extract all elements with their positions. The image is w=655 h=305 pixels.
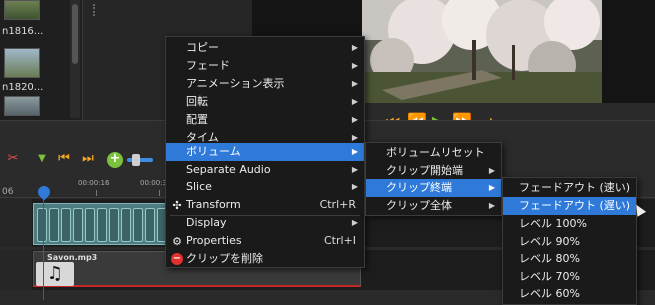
openshot-window: n1816... n1820... ⏮ ⏪ ▶ ⏩ ⏭ ✂ ▼ ⏮ [0,0,655,305]
menu-item-level-60[interactable]: レベル 60% [503,285,636,303]
clip-end-submenu: フェードアウト (速い) フェードアウト (遅い) レベル 100% レベル 9… [502,177,637,305]
clip-frame [145,208,155,242]
add-marker-icon[interactable]: ▼ [34,150,50,168]
video-clip[interactable] [33,203,169,245]
clip-frame [85,208,95,242]
panel-grip-icon[interactable] [93,4,95,16]
menu-item-level-90[interactable]: レベル 90% [503,233,636,251]
menu-item-transform[interactable]: ✣ Transform Ctrl+R [166,196,364,214]
scrollbar[interactable] [70,0,80,118]
razor-icon[interactable]: ✂ [5,150,21,168]
transform-icon: ✣ [172,199,182,212]
menu-item-separate-audio[interactable]: Separate Audio ▶ [166,161,364,179]
zoom-slider[interactable] [127,158,153,162]
menu-item-level-80[interactable]: レベル 80% [503,250,636,268]
clip-frame [133,208,143,242]
menu-item-remove-clip[interactable]: − クリップを削除 [166,250,364,268]
file-name[interactable]: n1820... [2,82,43,93]
menu-item-fade[interactable]: フェード ▶ [166,57,364,75]
clip-context-menu: コピー ▶ フェード ▶ アニメーション表示 ▶ 回転 ▶ 配置 ▶ タイム ▶ ボリューム… [165,36,365,268]
menu-item-fade-out-fast[interactable]: フェードアウト (速い) [503,179,636,197]
ruler-tick [96,190,97,196]
file-thumbnail[interactable] [4,96,40,116]
menu-item-copy[interactable]: コピー ▶ [166,39,364,57]
menu-item-fade-out-slow[interactable]: フェードアウト (遅い) [503,197,636,215]
next-marker-icon[interactable]: ⏭ [80,150,96,168]
menu-item-layout[interactable]: 配置 ▶ [166,111,364,129]
track-header[interactable] [0,250,32,290]
ruler-start-label: 06 [2,187,14,197]
file-name[interactable]: n1816... [2,26,43,37]
file-thumbnail[interactable] [4,0,40,20]
previous-marker-icon[interactable]: ⏮ [56,150,72,168]
ruler-time-label: 00:00:16 [78,179,110,187]
track-header[interactable] [0,199,32,247]
audio-clip-name: Savon.mp3 [47,253,98,262]
preview-frame [362,0,602,103]
menu-item-properties[interactable]: ⚙ Properties Ctrl+I [166,232,364,250]
clip-frame [97,208,107,242]
menu-item-entire-clip[interactable]: クリップ全体 ▶ [366,197,501,215]
clip-frame [121,208,131,242]
menu-item-clip-start[interactable]: クリップ開始端 ▶ [366,162,501,180]
playhead-line[interactable] [43,190,44,300]
properties-gear-icon: ⚙ [172,235,182,248]
menu-item-level-100[interactable]: レベル 100% [503,215,636,233]
ruler-tick [159,190,160,196]
menu-item-slice[interactable]: Slice ▶ [166,178,364,196]
menu-item-display[interactable]: Display ▶ [166,214,364,232]
scrollbar-thumb[interactable] [72,4,78,64]
remove-icon: − [171,253,183,265]
file-thumbnail[interactable] [4,48,40,78]
clip-frame [73,208,83,242]
menu-item-animate[interactable]: アニメーション表示 ▶ [166,75,364,93]
menu-item-volume-reset[interactable]: ボリュームリセット [366,144,501,162]
zoom-in-icon[interactable]: + [107,152,123,168]
menu-item-rotate[interactable]: 回転 ▶ [166,93,364,111]
clip-frame [37,208,47,242]
project-files-panel: n1816... n1820... [0,0,82,120]
menu-item-level-70[interactable]: レベル 70% [503,268,636,286]
volume-submenu: ボリュームリセット クリップ開始端 ▶ クリップ終端 ▶ クリップ全体 ▶ [365,142,502,216]
clip-frame [49,208,59,242]
zoom-slider-handle[interactable] [132,154,140,166]
menu-item-volume[interactable]: ボリューム ▶ [166,143,364,161]
clip-frame [109,208,119,242]
clip-frame [61,208,71,242]
menu-item-clip-end[interactable]: クリップ終端 ▶ [366,179,501,197]
music-note-icon: ♫ [36,262,74,286]
